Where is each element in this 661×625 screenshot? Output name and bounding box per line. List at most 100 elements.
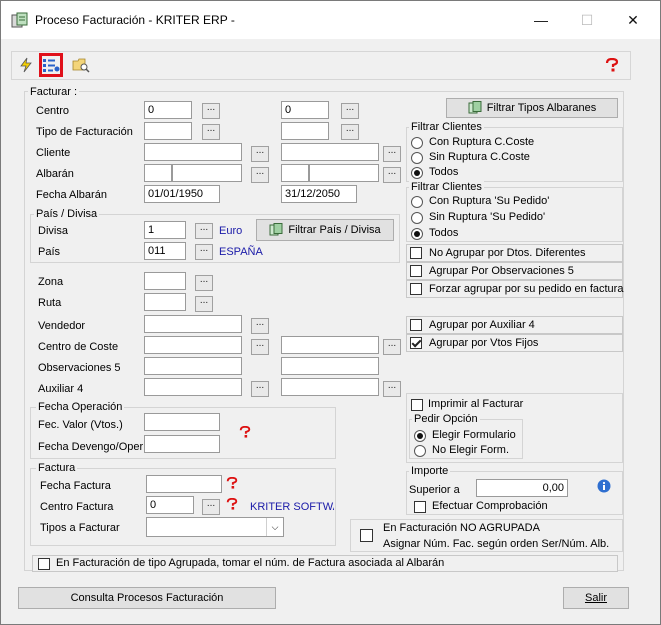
filtrar-tipos-albaranes-button[interactable]: Filtrar Tipos Albaranes [446,98,618,118]
albaran-from-lookup-button[interactable]: ... [251,167,269,183]
efectuar-comprobacion-checkbox[interactable] [414,501,426,513]
radio-con-ruptura-pedido[interactable] [411,196,423,208]
tipos-facturar-label: Tipos a Facturar [40,522,120,534]
agrupar-obs5-checkbox[interactable] [410,265,422,277]
no-agrupada-checkbox[interactable] [360,529,373,542]
zona-lookup-button[interactable]: ... [195,275,213,291]
forzar-agrupar-checkbox[interactable] [410,283,422,295]
info-icon[interactable] [597,479,611,493]
centro-factura-lookup-button[interactable]: ... [202,499,220,515]
centro-factura-help-icon[interactable] [225,498,239,510]
forzar-agrupar-row[interactable]: Forzar agrupar por su pedido en factura [406,280,623,298]
auxiliar4-to-lookup-button[interactable]: ... [383,381,401,397]
pais-label: País [38,246,61,258]
observaciones5-to-input[interactable] [281,357,379,375]
centro-to-input[interactable]: 0 [281,101,329,119]
todos-coste-label: Todos [429,166,459,178]
albaran-from-number-input[interactable] [172,164,242,182]
cliente-from-lookup-button[interactable]: ... [251,146,269,162]
centro-coste-from-lookup-button[interactable]: ... [251,339,269,355]
ruta-lookup-button[interactable]: ... [195,296,213,312]
tipo-facturacion-from-input[interactable] [144,122,192,140]
close-button[interactable]: ✕ [617,9,649,31]
no-agrupada-line2: Asignar Núm. Fac. según orden Ser/Núm. A… [383,538,610,550]
agrupar-obs5-row[interactable]: Agrupar Por Observaciones 5 [406,262,623,280]
chevron-down-icon[interactable]: ⌵ [266,518,283,536]
auxiliar4-to-input[interactable] [281,378,379,396]
fecha-factura-input[interactable] [146,475,222,493]
radio-con-ruptura-coste[interactable] [411,137,423,149]
radio-elegir-formulario[interactable] [414,430,426,442]
tipo-facturacion-from-lookup-button[interactable]: ... [202,124,220,140]
ruta-input[interactable] [144,293,186,311]
vendedor-input[interactable] [144,315,242,333]
window-title: Proceso Facturación - KRITER ERP - [35,13,235,27]
agrupar-aux4-checkbox[interactable] [410,319,422,331]
imprimir-checkbox[interactable] [411,399,423,411]
albaran-to-serie-input[interactable] [281,164,309,182]
agrupar-vtos-label: Agrupar por Vtos Fijos [429,337,539,349]
radio-sin-ruptura-coste[interactable] [411,152,423,164]
no-agrupar-dtos-row[interactable]: No Agrupar por Dtos. Diferentes [406,244,623,262]
tipos-facturar-select[interactable]: ⌵ [146,517,284,537]
centro-coste-to-input[interactable] [281,336,379,354]
centro-from-lookup-button[interactable]: ... [202,103,220,119]
centro-coste-from-input[interactable] [144,336,242,354]
fec-valor-input[interactable] [144,413,220,431]
centro-factura-input[interactable]: 0 [146,496,194,514]
agrupar-vtos-checkbox[interactable] [410,337,422,349]
centro-coste-to-lookup-button[interactable]: ... [383,339,401,355]
radio-sin-ruptura-pedido[interactable] [411,212,423,224]
no-agrupar-dtos-checkbox[interactable] [410,247,422,259]
divisa-input[interactable]: 1 [144,221,186,239]
con-ruptura-coste-label: Con Ruptura C.Coste [429,136,535,148]
auxiliar4-from-input[interactable] [144,378,242,396]
albaran-to-lookup-button[interactable]: ... [383,167,401,183]
help-button[interactable] [601,54,623,76]
fecha-devengo-input[interactable] [144,435,220,453]
open-folder-button[interactable] [70,54,92,76]
consulta-procesos-button[interactable]: Consulta Procesos Facturación [18,587,276,609]
agrupar-aux4-row[interactable]: Agrupar por Auxiliar 4 [406,316,623,334]
pais-input[interactable]: 011 [144,242,186,260]
list-settings-button[interactable] [39,53,63,77]
zona-input[interactable] [144,272,186,290]
no-agrupada-line1: En Facturación NO AGRUPADA [383,522,540,534]
cliente-to-lookup-button[interactable]: ... [383,146,401,162]
filtrar-clientes-pedido-title: Filtrar Clientes [409,181,484,193]
tipo-facturacion-to-input[interactable] [281,122,329,140]
agrupada-num-factura-checkbox[interactable] [38,558,50,570]
pais-lookup-button[interactable]: ... [195,244,213,260]
factura-group-title: Factura [36,462,78,474]
maximize-button[interactable]: ☐ [571,9,603,31]
filtrar-pais-divisa-button[interactable]: Filtrar País / Divisa [256,219,394,241]
cliente-to-input[interactable] [281,143,379,161]
albaran-to-number-input[interactable] [309,164,379,182]
centro-to-lookup-button[interactable]: ... [341,103,359,119]
fec-valor-help-icon[interactable] [238,426,252,438]
auxiliar4-from-lookup-button[interactable]: ... [251,381,269,397]
forzar-agrupar-label: Forzar agrupar por su pedido en factura [429,283,624,295]
fecha-albaran-to-input[interactable]: 31/12/2050 [281,185,357,203]
radio-todos-pedido[interactable] [411,228,423,240]
minimize-button[interactable]: — [525,9,557,31]
salir-button[interactable]: Salir [563,587,629,609]
fecha-albaran-from-input[interactable]: 01/01/1950 [144,185,220,203]
cliente-from-input[interactable] [144,143,242,161]
observaciones5-from-input[interactable] [144,357,242,375]
vendedor-lookup-button[interactable]: ... [251,318,269,334]
albaran-from-serie-input[interactable] [144,164,172,182]
agrupada-num-factura-row[interactable]: En Facturación de tipo Agrupada, tomar e… [32,555,618,572]
radio-no-elegir-form[interactable] [414,445,426,457]
superior-a-input[interactable]: 0,00 [476,479,568,497]
radio-todos-coste[interactable] [411,167,423,179]
fecha-factura-help-icon[interactable] [225,477,239,489]
filtrar-clientes-coste-title: Filtrar Clientes [409,121,484,133]
divisa-name: Euro [219,225,243,237]
agrupar-vtos-row[interactable]: Agrupar por Vtos Fijos [406,334,623,352]
tipo-facturacion-to-lookup-button[interactable]: ... [341,124,359,140]
centro-from-input[interactable]: 0 [144,101,192,119]
execute-button[interactable] [15,54,37,76]
divisa-lookup-button[interactable]: ... [195,223,213,239]
zona-label: Zona [38,276,64,288]
